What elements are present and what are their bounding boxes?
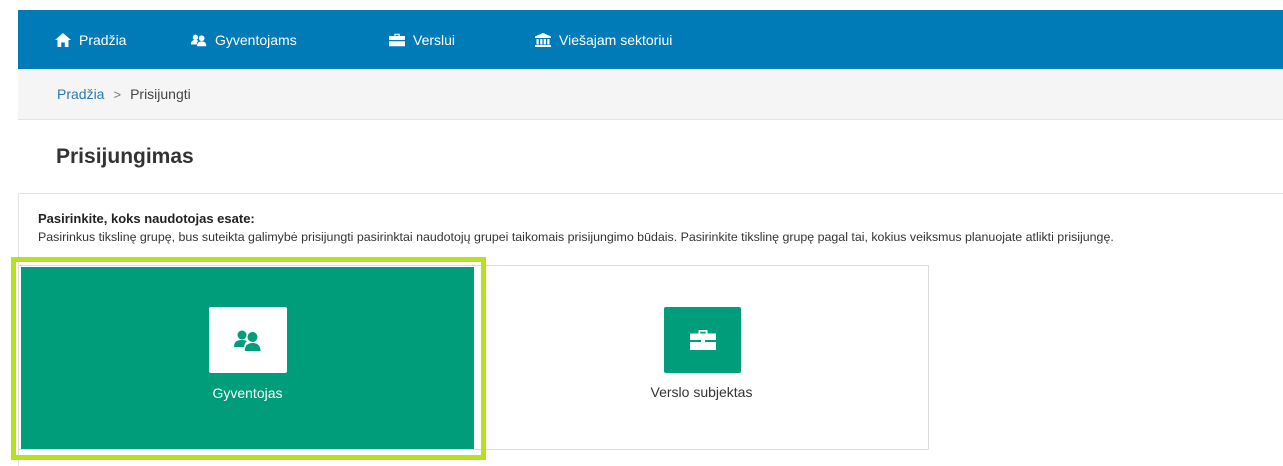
briefcase-icon — [689, 330, 716, 350]
nav-item-label: Verslui — [413, 31, 456, 48]
instructions-heading: Pasirinkite, koks naudotojas esate: — [38, 211, 255, 226]
option-business-entity[interactable]: Verslo subjektas — [475, 266, 928, 449]
top-margin — [0, 0, 1283, 10]
option-citizen[interactable]: Gyventojas — [21, 267, 474, 449]
nav-item-business[interactable]: Verslui — [389, 10, 455, 69]
option-icon-box — [209, 307, 287, 373]
people-icon — [234, 330, 261, 351]
nav-item-label: Pradžia — [79, 31, 127, 48]
breadcrumb-current: Prisijungti — [130, 86, 191, 102]
nav-item-home[interactable]: Pradžia — [55, 10, 126, 69]
breadcrumb: Pradžia > Prisijungti — [18, 69, 1283, 120]
instructions-text: Pasirinkus tikslinę grupę, bus suteikta … — [38, 230, 1114, 244]
breadcrumb-home-link[interactable]: Pradžia — [57, 86, 104, 102]
breadcrumb-separator: > — [113, 86, 122, 102]
people-icon — [191, 34, 207, 46]
option-label: Verslo subjektas — [650, 384, 753, 400]
nav-item-label: Viešajam sektoriui — [559, 31, 673, 48]
main-navbar: Pradžia Gyventojams Verslui Viešajam sek… — [18, 10, 1283, 69]
nav-item-public-sector[interactable]: Viešajam sektoriui — [535, 10, 672, 69]
briefcase-icon — [389, 33, 405, 46]
option-icon-box — [664, 307, 741, 373]
home-icon — [55, 32, 71, 47]
nav-item-citizens[interactable]: Gyventojams — [191, 10, 297, 69]
institution-icon — [535, 32, 551, 47]
option-label: Gyventojas — [212, 385, 283, 401]
nav-item-label: Gyventojams — [215, 31, 297, 48]
title-bar: Prisijungimas — [18, 120, 1283, 194]
page-title: Prisijungimas — [56, 145, 194, 168]
